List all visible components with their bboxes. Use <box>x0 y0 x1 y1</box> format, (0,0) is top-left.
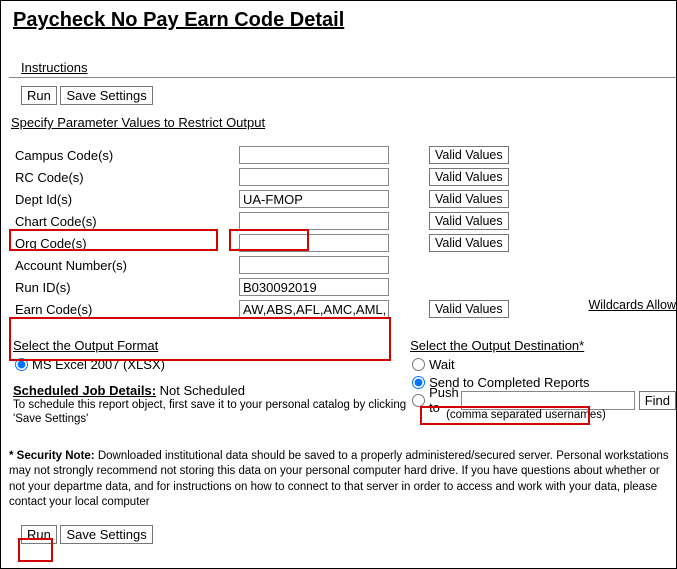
find-button[interactable]: Find <box>639 391 676 410</box>
label-chart-code: Chart Code(s) <box>9 214 239 229</box>
radio-send[interactable] <box>412 376 425 389</box>
input-dept-id[interactable] <box>239 190 389 208</box>
input-run-id[interactable] <box>239 278 389 296</box>
label-earn-code: Earn Code(s) <box>9 302 239 317</box>
valid-values-chart[interactable]: Valid Values <box>429 212 509 230</box>
valid-values-org[interactable]: Valid Values <box>429 234 509 252</box>
valid-values-dept[interactable]: Valid Values <box>429 190 509 208</box>
instructions-link[interactable]: Instructions <box>21 60 676 75</box>
scheduled-desc: To schedule this report object, first sa… <box>13 398 410 427</box>
output-format-heading: Select the Output Format <box>13 338 410 353</box>
radio-wait-label: Wait <box>429 357 455 372</box>
label-campus-code: Campus Code(s) <box>9 148 239 163</box>
input-chart-code[interactable] <box>239 212 389 230</box>
input-account-number[interactable] <box>239 256 389 274</box>
page-title: Paycheck No Pay Earn Code Detail <box>13 9 676 32</box>
label-dept-id: Dept Id(s) <box>9 192 239 207</box>
specify-heading: Specify Parameter Values to Restrict Out… <box>11 115 676 130</box>
security-note-bold: * Security Note: <box>9 450 95 462</box>
input-campus-code[interactable] <box>239 146 389 164</box>
valid-values-earn[interactable]: Valid Values <box>429 300 509 318</box>
valid-values-campus[interactable]: Valid Values <box>429 146 509 164</box>
label-run-id: Run ID(s) <box>9 280 239 295</box>
security-note: * Security Note: Downloaded institutiona… <box>9 449 676 511</box>
input-rc-code[interactable] <box>239 168 389 186</box>
scheduled-value: Not Scheduled <box>160 383 245 398</box>
scheduled-heading: Scheduled Job Details: <box>13 383 156 398</box>
label-account-number: Account Number(s) <box>9 258 239 273</box>
input-earn-code[interactable] <box>239 300 389 318</box>
radio-push[interactable] <box>412 394 425 407</box>
push-note: (comma separated usernames) <box>446 409 676 421</box>
wildcards-link[interactable]: Wildcards Allow <box>588 298 676 312</box>
security-note-text: Downloaded institutional data should be … <box>9 450 669 509</box>
radio-wait[interactable] <box>412 358 425 371</box>
save-settings-button-bottom[interactable]: Save Settings <box>60 525 152 544</box>
label-rc-code: RC Code(s) <box>9 170 239 185</box>
save-settings-button-top[interactable]: Save Settings <box>60 86 152 105</box>
radio-xlsx[interactable] <box>15 358 28 371</box>
output-destination-heading: Select the Output Destination* <box>410 338 676 353</box>
valid-values-rc[interactable]: Valid Values <box>429 168 509 186</box>
divider <box>9 77 676 78</box>
run-button-top[interactable]: Run <box>21 86 57 105</box>
run-button-bottom[interactable]: Run <box>21 525 57 544</box>
radio-xlsx-label: MS Excel 2007 (XLSX) <box>32 357 165 372</box>
input-org-code[interactable] <box>239 234 389 252</box>
label-org-code: Org Code(s) <box>9 236 239 251</box>
input-push-to[interactable] <box>461 391 635 410</box>
